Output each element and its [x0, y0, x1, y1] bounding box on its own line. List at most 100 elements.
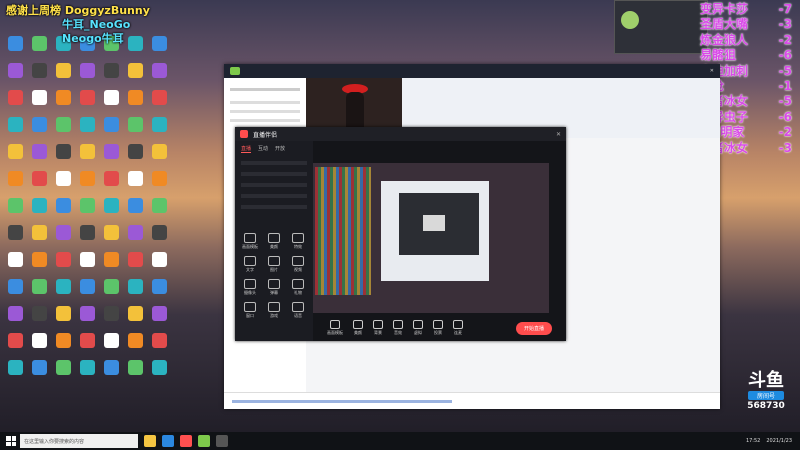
- desktop-shortcut-icon[interactable]: [50, 279, 76, 309]
- desktop-shortcut-icon[interactable]: [146, 117, 172, 147]
- desktop-shortcut-icon[interactable]: [26, 90, 52, 120]
- tool-item[interactable]: 文字: [238, 256, 262, 273]
- close-icon[interactable]: ✕: [556, 131, 561, 138]
- desktop-shortcut-icon[interactable]: [122, 171, 148, 201]
- bottom-item[interactable]: 画面模板: [327, 320, 343, 336]
- tool-item[interactable]: 礼物: [286, 279, 310, 296]
- desktop-shortcut-icon[interactable]: [98, 90, 124, 120]
- desktop-shortcut-icon[interactable]: [26, 36, 52, 66]
- desktop-shortcut-icon[interactable]: [146, 360, 172, 390]
- close-icon[interactable]: ✕: [710, 68, 714, 74]
- desktop-shortcut-icon[interactable]: [2, 333, 28, 363]
- desktop-shortcut-icon[interactable]: [26, 360, 52, 390]
- desktop-shortcut-icon[interactable]: [122, 198, 148, 228]
- desktop-shortcut-icon[interactable]: [146, 279, 172, 309]
- desktop-shortcut-icon[interactable]: [74, 333, 100, 363]
- desktop-shortcut-icon[interactable]: [146, 144, 172, 174]
- desktop-shortcut-icon[interactable]: [50, 171, 76, 201]
- desktop-shortcut-icon[interactable]: [74, 90, 100, 120]
- live-sidebar[interactable]: 直播 互动 开放 画面模板 美颜 特效 文字 图片 视频 摄像头 弹幕 礼物 窗…: [235, 141, 313, 341]
- desktop-shortcut-icon[interactable]: [50, 63, 76, 93]
- bottom-item[interactable]: 投票: [433, 320, 443, 336]
- desktop-shortcut-icon[interactable]: [98, 333, 124, 363]
- desktop-shortcut-icon[interactable]: [74, 252, 100, 282]
- tool-item[interactable]: 美颜: [262, 233, 286, 250]
- desktop-shortcut-icon[interactable]: [98, 306, 124, 336]
- desktop-shortcut-icon[interactable]: [98, 171, 124, 201]
- live-titlebar[interactable]: 直播伴侣 ✕: [235, 127, 566, 141]
- desktop-shortcut-icon[interactable]: [26, 333, 52, 363]
- desktop-shortcut-icon[interactable]: [26, 306, 52, 336]
- desktop-shortcut-icon[interactable]: [50, 306, 76, 336]
- desktop-shortcut-icon[interactable]: [50, 144, 76, 174]
- desktop-shortcut-icon[interactable]: [146, 252, 172, 282]
- desktop-shortcut-icon[interactable]: [2, 225, 28, 255]
- desktop-shortcut-icon[interactable]: [146, 36, 172, 66]
- desktop-shortcut-icon[interactable]: [26, 144, 52, 174]
- desktop-shortcut-icon[interactable]: [74, 198, 100, 228]
- obs-titlebar[interactable]: ✕: [224, 64, 720, 78]
- bottom-item[interactable]: 连麦: [453, 320, 463, 336]
- tool-item[interactable]: 弹幕: [262, 279, 286, 296]
- desktop-shortcut-icon[interactable]: [122, 306, 148, 336]
- file-explorer-icon[interactable]: [144, 435, 156, 447]
- tab-live[interactable]: 直播: [241, 145, 252, 153]
- desktop-shortcut-icon[interactable]: [2, 63, 28, 93]
- desktop-shortcut-icon[interactable]: [122, 225, 148, 255]
- windows-start-icon[interactable]: [6, 436, 16, 446]
- desktop-shortcut-icon[interactable]: [50, 252, 76, 282]
- desktop-shortcut-icon[interactable]: [2, 198, 28, 228]
- desktop-shortcut-icon[interactable]: [2, 36, 28, 66]
- tool-item[interactable]: 特效: [286, 233, 310, 250]
- desktop-shortcut-icon[interactable]: [122, 36, 148, 66]
- desktop-shortcut-icon[interactable]: [26, 63, 52, 93]
- desktop-shortcut-icon[interactable]: [98, 252, 124, 282]
- desktop-shortcut-icon[interactable]: [122, 63, 148, 93]
- desktop-shortcut-icon[interactable]: [2, 171, 28, 201]
- desktop-shortcut-icon[interactable]: [98, 225, 124, 255]
- sidebar-tabs[interactable]: 直播 互动 开放: [235, 141, 313, 157]
- desktop-shortcut-icon[interactable]: [2, 306, 28, 336]
- tool-item[interactable]: 画面模板: [238, 233, 262, 250]
- browser-icon[interactable]: [162, 435, 174, 447]
- chat-app-icon[interactable]: [198, 435, 210, 447]
- tool-item[interactable]: 图片: [262, 256, 286, 273]
- desktop-shortcut-icon[interactable]: [146, 225, 172, 255]
- tool-item[interactable]: 视频: [286, 256, 310, 273]
- desktop-shortcut-icon[interactable]: [26, 225, 52, 255]
- desktop-shortcut-icon[interactable]: [98, 117, 124, 147]
- desktop-shortcut-icon[interactable]: [122, 90, 148, 120]
- desktop-shortcut-icon[interactable]: [74, 144, 100, 174]
- desktop-shortcut-icon[interactable]: [2, 117, 28, 147]
- taskbar-search-input[interactable]: 在这里输入你要搜索的内容: [20, 434, 138, 448]
- desktop-shortcut-icon[interactable]: [122, 144, 148, 174]
- desktop-shortcut-icon[interactable]: [50, 90, 76, 120]
- system-tray[interactable]: 17:52 2021/1/23: [746, 438, 800, 444]
- desktop-shortcut-icon[interactable]: [26, 279, 52, 309]
- desktop-shortcut-icon[interactable]: [122, 360, 148, 390]
- desktop-shortcut-icon[interactable]: [74, 171, 100, 201]
- bottom-item[interactable]: 音效: [393, 320, 403, 336]
- desktop-shortcut-icon[interactable]: [98, 279, 124, 309]
- desktop-shortcut-icon[interactable]: [2, 90, 28, 120]
- desktop-shortcut-icon[interactable]: [2, 252, 28, 282]
- tool-grid[interactable]: 画面模板 美颜 特效 文字 图片 视频 摄像头 弹幕 礼物 窗口 游戏 语音: [238, 233, 312, 319]
- desktop-shortcut-icon[interactable]: [74, 306, 100, 336]
- desktop-shortcut-icon[interactable]: [26, 171, 52, 201]
- desktop-shortcut-icon[interactable]: [146, 63, 172, 93]
- live-bottom-bar[interactable]: 画面模板 美颜 背景 音效 虚拟 投票 连麦 开始直播: [313, 315, 566, 341]
- desktop-shortcut-icon[interactable]: [50, 117, 76, 147]
- desktop-shortcut-icon[interactable]: [122, 279, 148, 309]
- start-live-button[interactable]: 开始直播: [515, 321, 552, 335]
- desktop-shortcut-icon[interactable]: [50, 360, 76, 390]
- desktop-shortcut-icon[interactable]: [98, 360, 124, 390]
- desktop-shortcut-icon[interactable]: [26, 198, 52, 228]
- desktop-shortcut-icon[interactable]: [74, 360, 100, 390]
- desktop-shortcut-icon[interactable]: [74, 225, 100, 255]
- tool-item[interactable]: 摄像头: [238, 279, 262, 296]
- desktop-shortcut-icon[interactable]: [122, 252, 148, 282]
- desktop-shortcut-icon[interactable]: [146, 306, 172, 336]
- desktop-shortcut-icon[interactable]: [98, 144, 124, 174]
- desktop-shortcut-icon[interactable]: [50, 198, 76, 228]
- desktop-shortcut-icon[interactable]: [26, 252, 52, 282]
